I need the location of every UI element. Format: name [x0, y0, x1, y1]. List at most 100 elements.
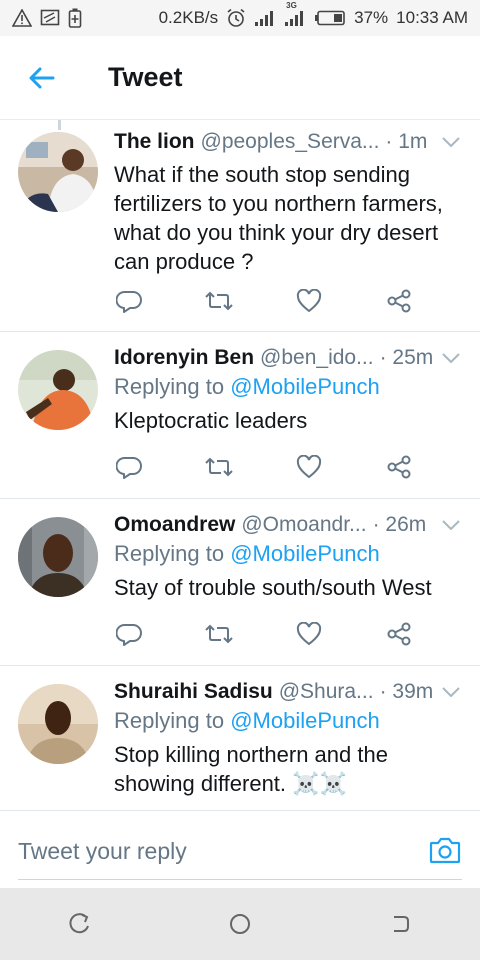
avatar[interactable]: [18, 132, 98, 212]
reply-button[interactable]: [114, 619, 144, 649]
more-options-button[interactable]: [440, 511, 462, 539]
tweet-body: Omoandrew @Omoandr... · 26m Replying to …: [114, 511, 462, 602]
recent-apps-icon: [69, 913, 89, 934]
retweet-button[interactable]: [204, 619, 234, 649]
back-nav-button[interactable]: [380, 904, 420, 944]
tweet-actions: [114, 286, 414, 316]
tweet-text: What if the south stop sending fertilize…: [114, 162, 443, 274]
tweet-item[interactable]: Shuraihi Sadisu @Shura... · 39m Replying…: [0, 666, 480, 810]
tweet-author-handle[interactable]: @Shura...: [279, 678, 374, 706]
share-button[interactable]: [384, 619, 414, 649]
signal-3g-icon: 3G: [284, 1, 306, 27]
reply-input[interactable]: [18, 831, 398, 871]
tweet-actions: [114, 452, 414, 482]
tweet-time: · 1m: [385, 130, 428, 153]
replying-to-label: Replying to: [114, 708, 231, 733]
more-options-button[interactable]: [440, 128, 462, 156]
share-button[interactable]: [384, 452, 414, 482]
tweet-time: · 26m: [372, 513, 427, 536]
heart-icon: [296, 289, 322, 313]
tweet-item[interactable]: The lion @peoples_Serva... · 1m What if …: [0, 120, 480, 332]
heart-icon: [296, 455, 322, 479]
back-nav-icon: [394, 916, 409, 932]
tweet-header: Shuraihi Sadisu @Shura... · 39m: [114, 678, 462, 706]
reply-underline: [18, 879, 462, 880]
tweet-item[interactable]: Idorenyin Ben @ben_ido... · 25m Replying…: [0, 332, 480, 499]
share-icon: [387, 289, 411, 313]
battery-level: 37%: [354, 8, 389, 27]
share-icon: [387, 455, 411, 479]
chevron-down-icon: [442, 520, 460, 530]
home-circle-icon: [230, 914, 250, 934]
tweet-actions: [114, 619, 414, 649]
signal-icon: [254, 9, 276, 27]
retweet-button[interactable]: [204, 286, 234, 316]
warning-icon: [12, 9, 32, 27]
more-options-button[interactable]: [440, 344, 462, 372]
clock: 10:33 AM: [396, 8, 468, 27]
retweet-icon: [205, 624, 233, 644]
cast-icon: [40, 9, 60, 27]
status-bar: 0.2KB/s 3G 37% 10:33 AM: [0, 0, 480, 36]
tweet-text: Kleptocratic leaders: [114, 408, 308, 433]
tweet-author-name[interactable]: Shuraihi Sadisu: [114, 678, 273, 706]
heart-icon: [296, 622, 322, 646]
mention-link[interactable]: @MobilePunch: [230, 708, 380, 733]
tweet-item[interactable]: Omoandrew @Omoandr... · 26m Replying to …: [0, 499, 480, 666]
reply-bar: [0, 810, 480, 891]
reply-button[interactable]: [114, 286, 144, 316]
home-button[interactable]: [220, 904, 260, 944]
reply-icon: [116, 624, 142, 646]
tweet-author-name[interactable]: Omoandrew: [114, 511, 235, 539]
chevron-down-icon: [442, 687, 460, 697]
replying-to-label: Replying to: [114, 541, 231, 566]
battery-icon: [314, 10, 346, 26]
reply-icon: [116, 457, 142, 479]
chevron-down-icon: [442, 353, 460, 363]
retweet-icon: [205, 291, 233, 311]
retweet-button[interactable]: [204, 452, 234, 482]
tweet-text: Stop killing northern and the showing di…: [114, 742, 388, 796]
replying-to: Replying to @MobilePunch: [114, 539, 462, 569]
back-button[interactable]: [18, 54, 66, 102]
thread-line: [58, 120, 61, 130]
like-button[interactable]: [294, 286, 324, 316]
tweet-text: Stay of trouble south/south West: [114, 575, 432, 600]
tweet-time: · 39m: [379, 680, 434, 703]
network-type: 3G: [286, 1, 297, 10]
app-header: Tweet: [0, 36, 480, 120]
more-options-button[interactable]: [440, 678, 462, 706]
tweet-author-name[interactable]: The lion: [114, 128, 195, 156]
reply-icon: [116, 291, 142, 313]
tweet-author-handle[interactable]: @peoples_Serva...: [201, 128, 380, 156]
avatar[interactable]: [18, 350, 98, 430]
mention-link[interactable]: @MobilePunch: [230, 541, 380, 566]
camera-button[interactable]: [428, 835, 462, 865]
tweet-author-handle[interactable]: @Omoandr...: [241, 511, 366, 539]
tweet-body: Shuraihi Sadisu @Shura... · 39m Replying…: [114, 678, 462, 798]
share-icon: [387, 622, 411, 646]
like-button[interactable]: [294, 619, 324, 649]
mention-link[interactable]: @MobilePunch: [230, 374, 380, 399]
reply-button[interactable]: [114, 452, 144, 482]
tweet-time: · 25m: [379, 346, 434, 369]
replying-to: Replying to @MobilePunch: [114, 706, 462, 736]
tweet-header: Idorenyin Ben @ben_ido... · 25m: [114, 344, 462, 372]
tweet-header: The lion @peoples_Serva... · 1m: [114, 128, 462, 156]
tweet-author-name[interactable]: Idorenyin Ben: [114, 344, 254, 372]
replying-to-label: Replying to: [114, 374, 231, 399]
tweet-header: Omoandrew @Omoandr... · 26m: [114, 511, 462, 539]
arrow-left-icon: [29, 67, 55, 88]
chevron-down-icon: [442, 137, 460, 147]
avatar[interactable]: [18, 517, 98, 597]
camera-icon: [429, 837, 461, 864]
tweet-body: The lion @peoples_Serva... · 1m What if …: [114, 128, 462, 276]
replying-to: Replying to @MobilePunch: [114, 372, 462, 402]
recent-apps-button[interactable]: [60, 904, 100, 944]
page-title: Tweet: [108, 62, 183, 92]
share-button[interactable]: [384, 286, 414, 316]
avatar[interactable]: [18, 684, 98, 764]
tweet-author-handle[interactable]: @ben_ido...: [260, 344, 374, 372]
network-speed: 0.2KB/s: [158, 8, 219, 27]
like-button[interactable]: [294, 452, 324, 482]
